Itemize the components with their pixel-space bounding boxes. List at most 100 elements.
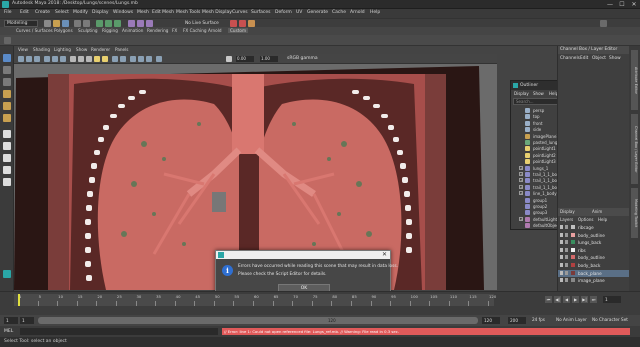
save-scene-icon[interactable] bbox=[62, 20, 69, 27]
undo-icon[interactable] bbox=[74, 20, 81, 27]
color-space-label[interactable]: sRGB gamma bbox=[287, 56, 318, 61]
persp-outliner-layout-icon[interactable] bbox=[3, 154, 11, 162]
vp-menu-shading[interactable]: Shading bbox=[33, 47, 50, 52]
menu-edit-mesh[interactable]: Edit Mesh bbox=[152, 10, 174, 15]
layer-row[interactable]: body_outline bbox=[558, 232, 630, 239]
layer-menu-options[interactable]: Options bbox=[578, 217, 593, 222]
camera-bookmark-icon[interactable] bbox=[26, 56, 32, 62]
move-tool-icon[interactable] bbox=[3, 90, 11, 98]
expand-icon[interactable]: + bbox=[519, 216, 523, 221]
layer-row[interactable]: lungs_back bbox=[558, 239, 630, 246]
layer-row[interactable]: image_plane bbox=[558, 277, 630, 284]
cb-menu-edit[interactable]: Edit bbox=[580, 56, 588, 61]
playback-end-field[interactable]: 120 bbox=[482, 317, 500, 324]
expand-icon[interactable]: + bbox=[519, 178, 523, 183]
menu-help[interactable]: Help bbox=[370, 10, 380, 15]
menu-edit[interactable]: Edit bbox=[20, 10, 29, 15]
minimize-button[interactable]: — bbox=[604, 0, 616, 9]
select-object-icon[interactable] bbox=[105, 20, 112, 27]
tab-rendering[interactable]: Rendering bbox=[147, 28, 168, 33]
step-back-key-button[interactable]: ◀| bbox=[554, 296, 561, 303]
exposure-field[interactable]: 0.00 bbox=[236, 56, 254, 62]
tab-attribute-editor[interactable]: Attribute Editor bbox=[631, 50, 638, 110]
select-tool-icon[interactable] bbox=[3, 54, 11, 62]
menu-arnold[interactable]: Arnold bbox=[350, 10, 365, 15]
ipr-render-icon[interactable] bbox=[239, 20, 246, 27]
live-surface-label[interactable]: No Live Surface bbox=[185, 21, 219, 26]
visibility-toggle[interactable] bbox=[560, 232, 563, 237]
visibility-toggle[interactable] bbox=[560, 247, 563, 252]
open-scene-icon[interactable] bbox=[53, 20, 60, 27]
menu-curves[interactable]: Curves bbox=[232, 10, 248, 15]
layer-row[interactable]: ribs bbox=[558, 247, 630, 254]
close-button[interactable]: ✕ bbox=[628, 0, 640, 9]
playback-toggle[interactable] bbox=[565, 225, 568, 229]
command-result-field[interactable]: // Error: line 1: Could not open referen… bbox=[222, 328, 630, 335]
layer-color-swatch[interactable] bbox=[571, 270, 575, 275]
outliner-menu-show[interactable]: Show bbox=[533, 91, 544, 96]
vp-menu-view[interactable]: View bbox=[18, 47, 28, 52]
gamma-field[interactable]: 1.00 bbox=[260, 56, 278, 62]
visibility-toggle[interactable] bbox=[560, 255, 563, 260]
tab-arnold[interactable]: Arnold bbox=[208, 28, 222, 33]
playback-toggle[interactable] bbox=[565, 240, 568, 245]
scale-tool-icon[interactable] bbox=[3, 114, 11, 122]
vp-menu-renderer[interactable]: Renderer bbox=[91, 47, 110, 52]
camera-attributes-icon[interactable] bbox=[18, 56, 24, 62]
playback-toggle[interactable] bbox=[565, 270, 568, 275]
playback-toggle[interactable] bbox=[565, 255, 568, 260]
mel-toggle-button[interactable]: MEL bbox=[4, 329, 13, 334]
render-settings-icon[interactable] bbox=[248, 20, 255, 27]
menu-display[interactable]: Display bbox=[92, 10, 109, 15]
playback-start-field[interactable]: 1 bbox=[20, 317, 34, 324]
four-view-layout-icon[interactable] bbox=[3, 142, 11, 150]
graph-editor-layout-icon[interactable] bbox=[3, 166, 11, 174]
tab-display-layers[interactable]: Display bbox=[560, 209, 575, 214]
fps-dropdown[interactable]: 24 fps bbox=[532, 317, 545, 322]
menu-generate[interactable]: Generate bbox=[307, 10, 328, 15]
anim-layer-dropdown[interactable]: No Anim Layer bbox=[556, 317, 587, 322]
play-backwards-button[interactable]: ◀ bbox=[563, 296, 570, 303]
cb-menu-object[interactable]: Object bbox=[592, 56, 606, 61]
playback-toggle[interactable] bbox=[565, 247, 568, 252]
layer-color-swatch[interactable] bbox=[571, 225, 575, 229]
menu-uv[interactable]: UV bbox=[296, 10, 302, 15]
layer-row[interactable]: body_back bbox=[558, 262, 630, 269]
smooth-shade-icon[interactable] bbox=[78, 56, 84, 62]
workspace-icon[interactable] bbox=[3, 270, 11, 278]
menu-mesh-tools[interactable]: Mesh Tools bbox=[176, 10, 200, 15]
redo-icon[interactable] bbox=[83, 20, 90, 27]
layer-row[interactable]: ribcage bbox=[558, 224, 630, 231]
tab-channel-box[interactable]: Channel Box / Layer Editor bbox=[631, 114, 638, 184]
playback-toggle[interactable] bbox=[565, 278, 568, 283]
tab-curves-surfaces[interactable]: Curves / Surfaces bbox=[16, 28, 53, 33]
xray-joints-icon[interactable] bbox=[120, 56, 126, 62]
select-hierarchy-icon[interactable] bbox=[96, 20, 103, 27]
sign-in-icon[interactable] bbox=[600, 20, 607, 27]
grid-toggle-icon[interactable] bbox=[44, 56, 50, 62]
menu-mesh[interactable]: Mesh bbox=[137, 10, 149, 15]
menu-set-dropdown[interactable]: Modeling bbox=[4, 20, 38, 27]
current-time-marker[interactable] bbox=[18, 294, 20, 306]
time-ruler[interactable]: 1 5 10 15 20 25 30 35 40 45 50 55 60 65 70 75 80 85 90 95 10… bbox=[14, 294, 496, 306]
layer-menu-help[interactable]: Help bbox=[598, 217, 607, 222]
time-slider[interactable]: 1 5 10 15 20 25 30 35 40 45 50 55 60 65 70 75 80 85 90 95 10… bbox=[0, 291, 640, 315]
wireframe-icon[interactable] bbox=[70, 56, 76, 62]
tab-modeling-toolkit[interactable]: Modeling Toolkit bbox=[631, 188, 638, 238]
menu-file[interactable]: File bbox=[4, 10, 12, 15]
isolate-select-icon[interactable] bbox=[156, 56, 162, 62]
animation-end-field[interactable]: 200 bbox=[508, 317, 526, 324]
rotate-tool-icon[interactable] bbox=[3, 102, 11, 110]
layer-row[interactable]: body_outline bbox=[558, 254, 630, 261]
motion-blur-icon[interactable] bbox=[138, 56, 144, 62]
use-all-lights-icon[interactable] bbox=[94, 56, 100, 62]
image-plane-toggle-icon[interactable] bbox=[34, 56, 40, 62]
menu-create[interactable]: Create bbox=[35, 10, 50, 15]
tab-anim-layers[interactable]: Anim bbox=[592, 209, 602, 214]
vp-menu-show[interactable]: Show bbox=[76, 47, 87, 52]
tab-animation[interactable]: Animation bbox=[122, 28, 143, 33]
play-forwards-button[interactable]: ▶ bbox=[572, 296, 579, 303]
tab-sculpting[interactable]: Sculpting bbox=[78, 28, 98, 33]
layer-color-swatch[interactable] bbox=[571, 263, 575, 267]
command-input[interactable] bbox=[20, 328, 218, 335]
